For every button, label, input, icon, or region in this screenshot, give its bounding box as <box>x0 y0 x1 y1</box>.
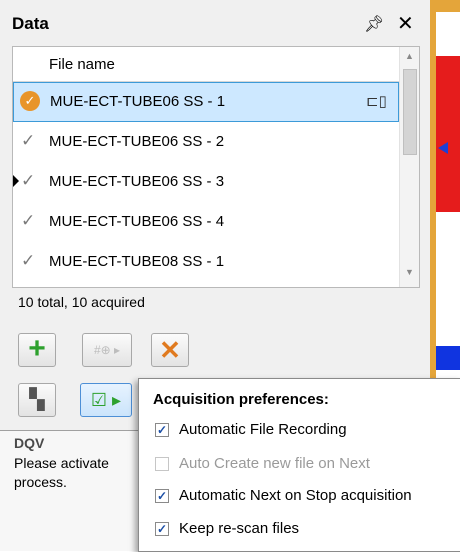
bracket-icon[interactable]: ⊏▯ <box>366 92 387 110</box>
list-item[interactable]: ✓ MUE-ECT-TUBE06 SS - 4 <box>13 203 399 243</box>
scrollbar[interactable]: ▲ ▼ <box>399 47 419 287</box>
file-name: MUE-ECT-TUBE06 SS - 1 <box>50 93 226 110</box>
file-name: MUE-ECT-TUBE06 SS - 2 <box>49 133 225 150</box>
checkbox-menu-icon: ☑ ▸ <box>90 390 122 410</box>
checkmark-icon: ✓ <box>21 171 36 190</box>
pin-icon[interactable]: 📌︎ <box>364 14 384 34</box>
delete-x-icon: ✕ <box>159 335 181 365</box>
list-item[interactable]: ✓ MUE-ECT-TUBE06 SS - 3 <box>13 163 399 203</box>
option-label: Auto Create new file on Next <box>179 455 370 472</box>
find-button[interactable]: ▚ <box>18 383 56 417</box>
file-name: MUE-ECT-TUBE08 SS - 1 <box>49 253 225 270</box>
column-header-file-name[interactable]: File name <box>13 47 399 82</box>
binoculars-icon: ▚ <box>29 389 45 411</box>
file-name: MUE-ECT-TUBE06 SS - 3 <box>49 173 225 190</box>
current-file-icon: ✓ <box>20 91 40 111</box>
checkmark-icon: ✓ <box>21 251 36 270</box>
add-numbered-button[interactable]: #⊕ ▸ <box>82 333 132 367</box>
acquisition-preferences-button[interactable]: ☑ ▸ <box>80 383 132 417</box>
panel-title: Data <box>12 14 49 33</box>
option-label: Automatic Next on Stop acquisition <box>179 487 412 504</box>
checkbox[interactable]: ✓ <box>155 522 169 536</box>
scroll-down-icon[interactable]: ▼ <box>405 267 414 277</box>
red-band <box>436 56 460 212</box>
hash-add-icon: #⊕ ▸ <box>93 343 121 357</box>
option-label: Automatic File Recording <box>179 421 347 438</box>
dqv-message: Please activate process. <box>14 455 109 490</box>
option-label: Keep re-scan files <box>179 520 300 537</box>
list-item[interactable]: ✓ MUE-ECT-TUBE06 SS - 2 <box>13 123 399 163</box>
scroll-thumb[interactable] <box>403 69 417 155</box>
acquisition-summary: 10 total, 10 acquired <box>18 294 145 310</box>
checkbox <box>155 457 169 471</box>
column-header-label: File name <box>49 56 115 73</box>
list-item[interactable]: ✓ MUE-ECT-TUBE06 SS - 1 ⊏▯ <box>13 82 399 122</box>
file-list[interactable]: File name ✓ MUE-ECT-TUBE06 SS - 1 ⊏▯ ✓ M… <box>12 46 420 288</box>
delete-button[interactable]: ✕ <box>151 333 189 367</box>
close-icon[interactable]: ✕ <box>397 11 414 36</box>
plus-icon: + <box>28 332 46 365</box>
checkbox[interactable]: ✓ <box>155 423 169 437</box>
add-file-button[interactable]: + <box>18 333 56 367</box>
dqv-title: DQV <box>14 435 45 451</box>
file-name: MUE-ECT-TUBE06 SS - 4 <box>49 213 225 230</box>
blue-band <box>436 346 460 370</box>
scroll-up-icon[interactable]: ▲ <box>405 51 414 61</box>
checkbox[interactable]: ✓ <box>155 489 169 503</box>
checkmark-icon: ✓ <box>21 131 36 150</box>
list-item[interactable]: ✓ MUE-ECT-TUBE08 SS - 1 <box>13 243 399 283</box>
row-pointer-icon <box>13 175 19 187</box>
cursor-marker-icon[interactable] <box>438 142 448 154</box>
menu-title: Acquisition preferences: <box>153 391 329 408</box>
acquisition-preferences-menu: Acquisition preferences: ✓ Automatic Fil… <box>138 378 460 552</box>
checkmark-icon: ✓ <box>21 211 36 230</box>
